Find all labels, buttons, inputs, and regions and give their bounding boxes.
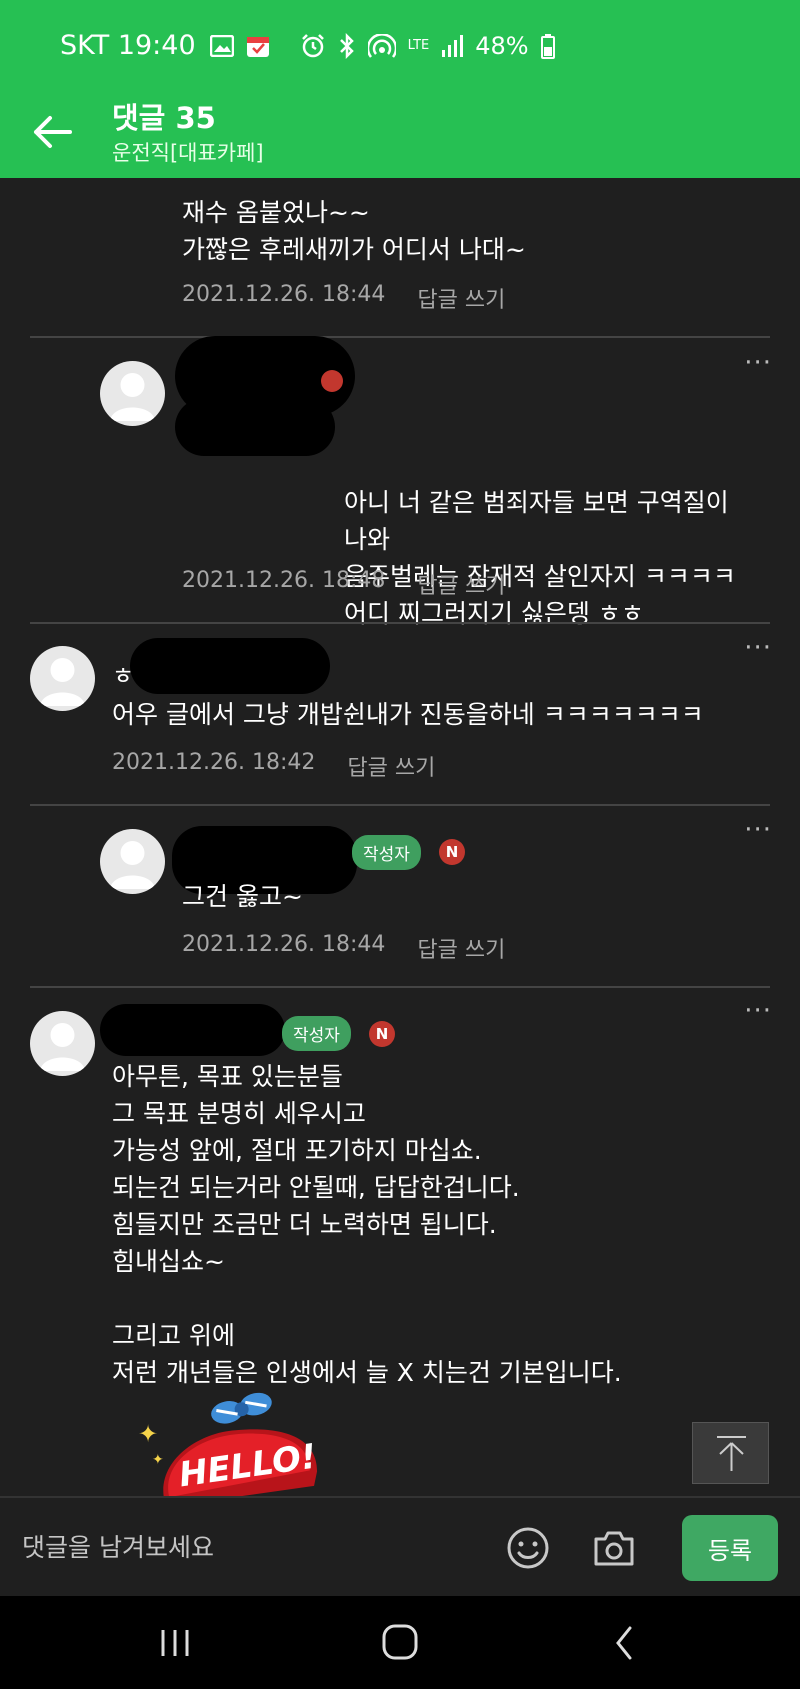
- chevron-left-icon: [616, 1626, 632, 1660]
- status-bar: SKT 19:40 LTE 48%: [0, 0, 800, 95]
- system-back-button[interactable]: [594, 1616, 654, 1670]
- comment-text: 그건 옳고~: [182, 882, 303, 911]
- redaction-mark: [100, 1004, 285, 1056]
- new-badge: [321, 370, 343, 392]
- more-options-button[interactable]: ···: [744, 633, 772, 663]
- comment-input-bar: 등록: [0, 1496, 800, 1596]
- comment-meta: 2021.12.26. 18:44 답글 쓰기: [182, 932, 505, 964]
- signal-icon: [442, 34, 464, 57]
- alarm-icon: [301, 33, 324, 57]
- comment-list[interactable]: 재수 옴붙었나~~ 가짢은 후레새끼가 어디서 나대~ 2021.12.26. …: [0, 178, 800, 1496]
- default-avatar-icon: [40, 658, 85, 706]
- hello-sticker: ✦ ✦ HELLO!: [130, 1392, 340, 1496]
- recent-apps-button[interactable]: [145, 1616, 205, 1670]
- network-type: LTE: [407, 37, 430, 53]
- comment-text-body: 아니 너 같은 범죄자들 보면 구역질이 나와 음주벌레는 잠재적 살인자지 ㅋ…: [344, 488, 736, 628]
- reply-link[interactable]: 답글 쓰기: [347, 750, 435, 782]
- author-badge: 작성자: [352, 835, 421, 870]
- avatar[interactable]: [30, 1011, 95, 1076]
- comment-date: 2021.12.26. 18:48: [182, 568, 386, 593]
- comment-date: 2021.12.26. 18:42: [112, 750, 316, 775]
- battery-icon: [540, 33, 555, 59]
- avatar[interactable]: [30, 646, 95, 711]
- comment-text: 어우 글에서 그냥 개밥쉰내가 진동을하네 ㅋㅋㅋㅋㅋㅋㅋ: [112, 700, 704, 729]
- divider: [30, 804, 770, 806]
- carrier-time: SKT 19:40: [60, 30, 196, 61]
- emoji-button[interactable]: [504, 1524, 552, 1572]
- comment-meta: 2021.12.26. 18:44 답글 쓰기: [182, 282, 505, 314]
- home-button[interactable]: [370, 1616, 430, 1670]
- svg-text:✦: ✦: [152, 1452, 164, 1468]
- arrow-up-icon: [717, 1436, 746, 1471]
- cafe-name[interactable]: 운전직[대표카페]: [112, 137, 264, 167]
- avatar[interactable]: [100, 361, 165, 426]
- reply-link[interactable]: 답글 쓰기: [417, 282, 505, 314]
- scroll-to-top-button[interactable]: [692, 1422, 769, 1484]
- divider: [30, 336, 770, 338]
- more-options-button[interactable]: ···: [744, 348, 772, 378]
- submit-button[interactable]: 등록: [682, 1515, 778, 1581]
- comment-meta: 2021.12.26. 18:48 답글 쓰기: [182, 568, 505, 600]
- reply-link[interactable]: 답글 쓰기: [417, 932, 505, 964]
- page-title: 댓글 35: [112, 101, 216, 135]
- camera-icon: [594, 1531, 634, 1566]
- calendar-icon: [246, 36, 269, 57]
- author-badge: 작성자: [282, 1016, 351, 1051]
- gallery-icon: [209, 34, 234, 57]
- app-bar: 댓글 35 운전직[대표카페]: [0, 95, 800, 178]
- bluetooth-icon: [339, 32, 354, 59]
- new-badge: N: [369, 1021, 395, 1047]
- redaction-mark: [130, 638, 330, 694]
- sparkle-icon: ✦: [138, 1420, 158, 1448]
- reply-link[interactable]: 답글 쓰기: [417, 568, 505, 600]
- more-options-button[interactable]: ···: [744, 996, 772, 1026]
- battery-percent: 48%: [475, 31, 529, 60]
- comment-date: 2021.12.26. 18:44: [182, 282, 386, 307]
- comment-meta: 2021.12.26. 18:42 답글 쓰기: [112, 750, 435, 782]
- new-badge: N: [439, 839, 465, 865]
- more-options-button[interactable]: ···: [744, 815, 772, 845]
- comment-text: 아무튼, 목표 있는분들 그 목표 분명히 세우시고 가능성 앞에, 절대 포기…: [112, 1062, 622, 1387]
- camera-button[interactable]: [590, 1524, 638, 1572]
- hotspot-icon: [367, 33, 396, 58]
- system-nav-bar: [0, 1596, 800, 1689]
- divider: [30, 986, 770, 988]
- comment-date: 2021.12.26. 18:44: [182, 932, 386, 957]
- comment-text: 재수 옴붙었나~~ 가짢은 후레새끼가 어디서 나대~: [182, 198, 526, 264]
- divider: [30, 622, 770, 624]
- comment-input[interactable]: [22, 1522, 482, 1572]
- recent-apps-icon: [161, 1630, 189, 1656]
- default-avatar-icon: [40, 1023, 85, 1071]
- default-avatar-icon: [110, 373, 155, 421]
- smiley-icon: [507, 1527, 549, 1569]
- avatar[interactable]: [100, 829, 165, 894]
- default-avatar-icon: [110, 841, 155, 889]
- back-arrow-icon: [34, 116, 72, 148]
- back-button[interactable]: [28, 107, 78, 157]
- home-icon: [382, 1624, 418, 1660]
